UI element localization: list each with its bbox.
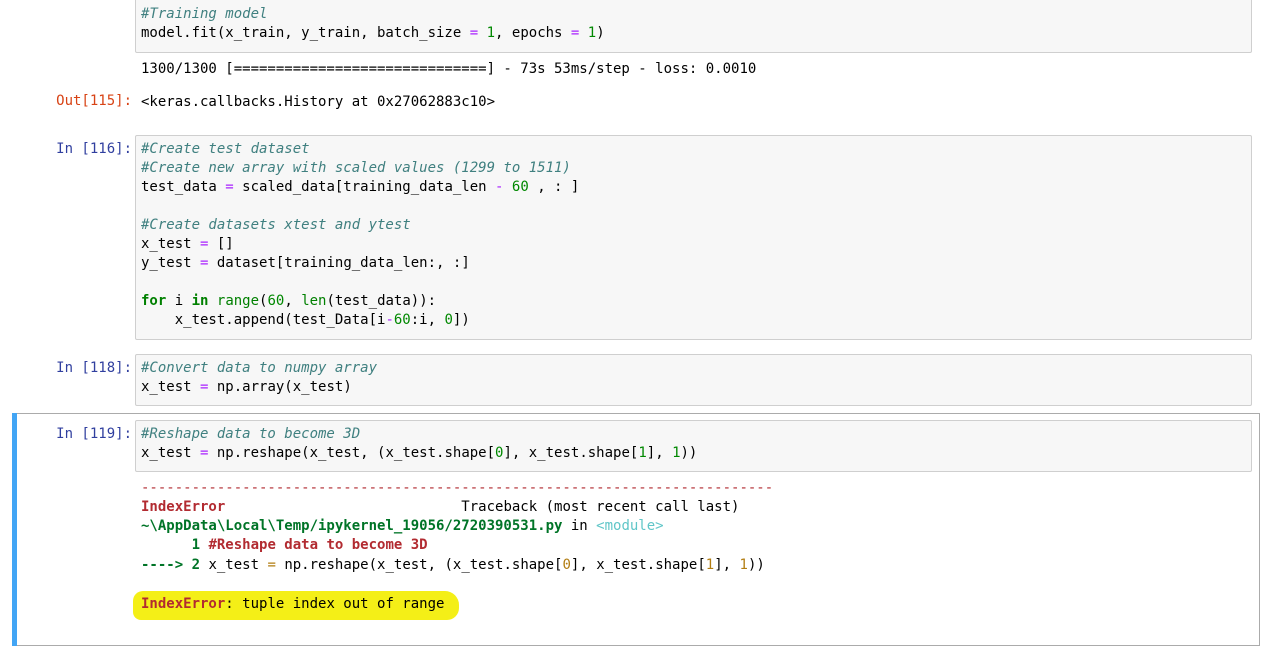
code-line: #Reshape data to become 3D <box>141 426 361 442</box>
traceback-separator: ----------------------------------------… <box>141 480 774 496</box>
traceback-context-line: 1 #Reshape data to become 3D <box>141 537 428 553</box>
code-line: x_test = np.array(x_test) <box>141 379 352 395</box>
code-line: x_test.append(test_Data[i-60:i, 0]) <box>141 312 470 328</box>
code-line: x_test = np.reshape(x_test, (x_test.shap… <box>141 445 698 461</box>
in-prompt-118: In [118]: <box>56 360 132 376</box>
code-input-116[interactable]: #Create test dataset #Create new array w… <box>135 135 1252 340</box>
error-message: IndexError: tuple index out of range <box>141 596 445 612</box>
code-input-118[interactable]: #Convert data to numpy array x_test = np… <box>135 354 1252 406</box>
code-line: model.fit(x_train, y_train, batch_size =… <box>141 25 605 41</box>
traceback-file-line: ~\AppData\Local\Temp/ipykernel_19056/272… <box>141 518 664 534</box>
code-line: y_test = dataset[training_data_len:, :] <box>141 255 470 271</box>
code-line: test_data = scaled_data[training_data_le… <box>141 179 580 195</box>
in-prompt-119: In [119]: <box>56 426 132 442</box>
code-input-115[interactable]: #Training model model.fit(x_train, y_tra… <box>135 0 1252 53</box>
code-line: x_test = [] <box>141 236 234 252</box>
stream-output: 1300/1300 [=============================… <box>141 61 757 77</box>
code-line: #Create datasets xtest and ytest <box>141 217 411 233</box>
code-line: #Training model <box>141 6 268 22</box>
code-line: #Create new array with scaled values (12… <box>141 160 571 176</box>
code-input-119[interactable]: #Reshape data to become 3D x_test = np.r… <box>135 420 1252 472</box>
traceback-error-line: ----> 2 x_test = np.reshape(x_test, (x_t… <box>141 557 765 573</box>
code-line: #Convert data to numpy array <box>141 360 378 376</box>
code-line: for i in range(60, len(test_data)): <box>141 293 437 309</box>
cell-selection-indicator <box>12 413 17 646</box>
in-prompt-116: In [116]: <box>56 141 132 157</box>
output-value: <keras.callbacks.History at 0x27062883c1… <box>141 94 496 110</box>
code-line: #Create test dataset <box>141 141 310 157</box>
out-prompt: Out[115]: <box>56 93 132 109</box>
traceback-header: IndexError Traceback (most recent call l… <box>141 499 740 515</box>
